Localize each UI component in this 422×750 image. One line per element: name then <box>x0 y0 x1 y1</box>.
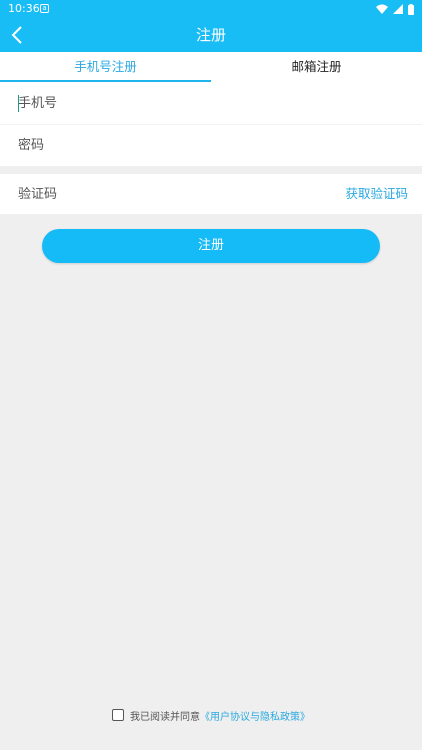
app-bar: 注册 <box>0 18 422 52</box>
verification-code-field: 获取验证码 <box>0 174 422 214</box>
agreement-row: 我已阅读并同意 《用户协议与隐私政策》 <box>0 706 422 724</box>
tab-bar: 手机号注册 邮箱注册 <box>0 52 422 82</box>
agreement-checkbox[interactable] <box>112 709 124 721</box>
text-cursor <box>18 95 19 112</box>
wifi-icon <box>376 4 388 14</box>
get-code-button[interactable]: 获取验证码 <box>345 174 408 214</box>
password-input[interactable] <box>18 125 318 166</box>
battery-icon <box>408 3 414 15</box>
status-time: 10:36 <box>8 2 40 15</box>
notification-icon: a <box>40 4 49 13</box>
status-bar: 10:36 a <box>0 0 422 18</box>
agreement-link[interactable]: 《用户协议与隐私政策》 <box>200 708 310 723</box>
phone-field <box>0 82 422 124</box>
agreement-text: 我已阅读并同意 <box>130 711 200 723</box>
tab-email-register[interactable]: 邮箱注册 <box>211 52 422 82</box>
register-screen: 10:36 a 注册 手机号注册 邮箱注册 手机号 验证码 获取验证码 注册 我… <box>0 0 422 750</box>
register-button[interactable]: 注册 <box>42 229 380 263</box>
page-title: 注册 <box>195 26 226 44</box>
phone-input[interactable] <box>18 82 318 124</box>
password-field <box>0 124 422 166</box>
verification-code-input[interactable] <box>18 174 318 214</box>
status-icons <box>376 3 414 15</box>
tab-phone-register[interactable]: 手机号注册 <box>0 52 211 82</box>
signal-icon <box>393 4 403 14</box>
